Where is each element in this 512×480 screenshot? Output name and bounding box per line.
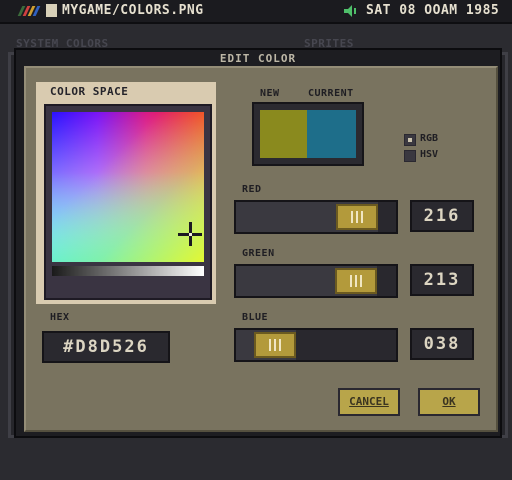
new-label: NEW (260, 88, 280, 99)
file-icon (46, 4, 57, 17)
blue-slider-thumb[interactable] (254, 332, 296, 358)
grip-line (351, 211, 353, 223)
red-slider-thumb[interactable] (336, 204, 378, 230)
menu-bar: MYGAME/COLORS.PNG SAT 08 OOAM 1985 (0, 0, 512, 24)
color-preview (252, 102, 364, 166)
grip-line (355, 275, 357, 287)
green-slider-thumb[interactable] (335, 268, 377, 294)
current-color-swatch (307, 110, 356, 158)
red-label: RED (242, 184, 262, 195)
hex-label: HEX (50, 312, 70, 323)
grip-line (350, 275, 352, 287)
grip-line (279, 339, 281, 351)
color-space-frame (44, 104, 212, 300)
grip-line (360, 275, 362, 287)
green-label: GREEN (242, 248, 275, 259)
clock: SAT 08 OOAM 1985 (366, 3, 500, 18)
green-value[interactable]: 213 (410, 264, 474, 296)
red-slider[interactable] (234, 200, 398, 234)
blue-slider[interactable] (234, 328, 398, 362)
green-slider[interactable] (234, 264, 398, 298)
brightness-strip[interactable] (52, 266, 204, 276)
ok-button[interactable]: OK (418, 388, 480, 416)
hsv-radio-label: HSV (420, 149, 439, 160)
red-value[interactable]: 216 (410, 200, 474, 232)
crosshair-icon[interactable] (178, 222, 202, 246)
file-path: MYGAME/COLORS.PNG (62, 3, 204, 18)
color-space-label: COLOR SPACE (50, 85, 129, 98)
current-label: CURRENT (308, 88, 354, 99)
dialog-body: COLOR SPACE NEW CURRENT RGB HSV RED 216 … (24, 66, 498, 432)
edit-color-dialog: EDIT COLOR COLOR SPACE NEW CURRENT RGB H… (14, 48, 502, 438)
color-space-picker[interactable] (52, 112, 204, 262)
new-color-swatch (260, 110, 307, 158)
grip-line (269, 339, 271, 351)
rgb-radio-label: RGB (420, 133, 439, 144)
color-space-panel: COLOR SPACE (36, 82, 216, 304)
crosshair-center (189, 233, 192, 236)
hex-input[interactable]: #D8D526 (42, 331, 170, 363)
blue-value[interactable]: 038 (410, 328, 474, 360)
grip-line (356, 211, 358, 223)
blue-label: BLUE (242, 312, 269, 323)
system-logo-icon[interactable] (17, 6, 41, 16)
rgb-radio[interactable] (404, 134, 416, 146)
hsv-radio[interactable] (404, 150, 416, 162)
grip-line (274, 339, 276, 351)
grip-line (361, 211, 363, 223)
cancel-button[interactable]: CANCEL (338, 388, 400, 416)
speaker-icon[interactable] (344, 5, 358, 17)
